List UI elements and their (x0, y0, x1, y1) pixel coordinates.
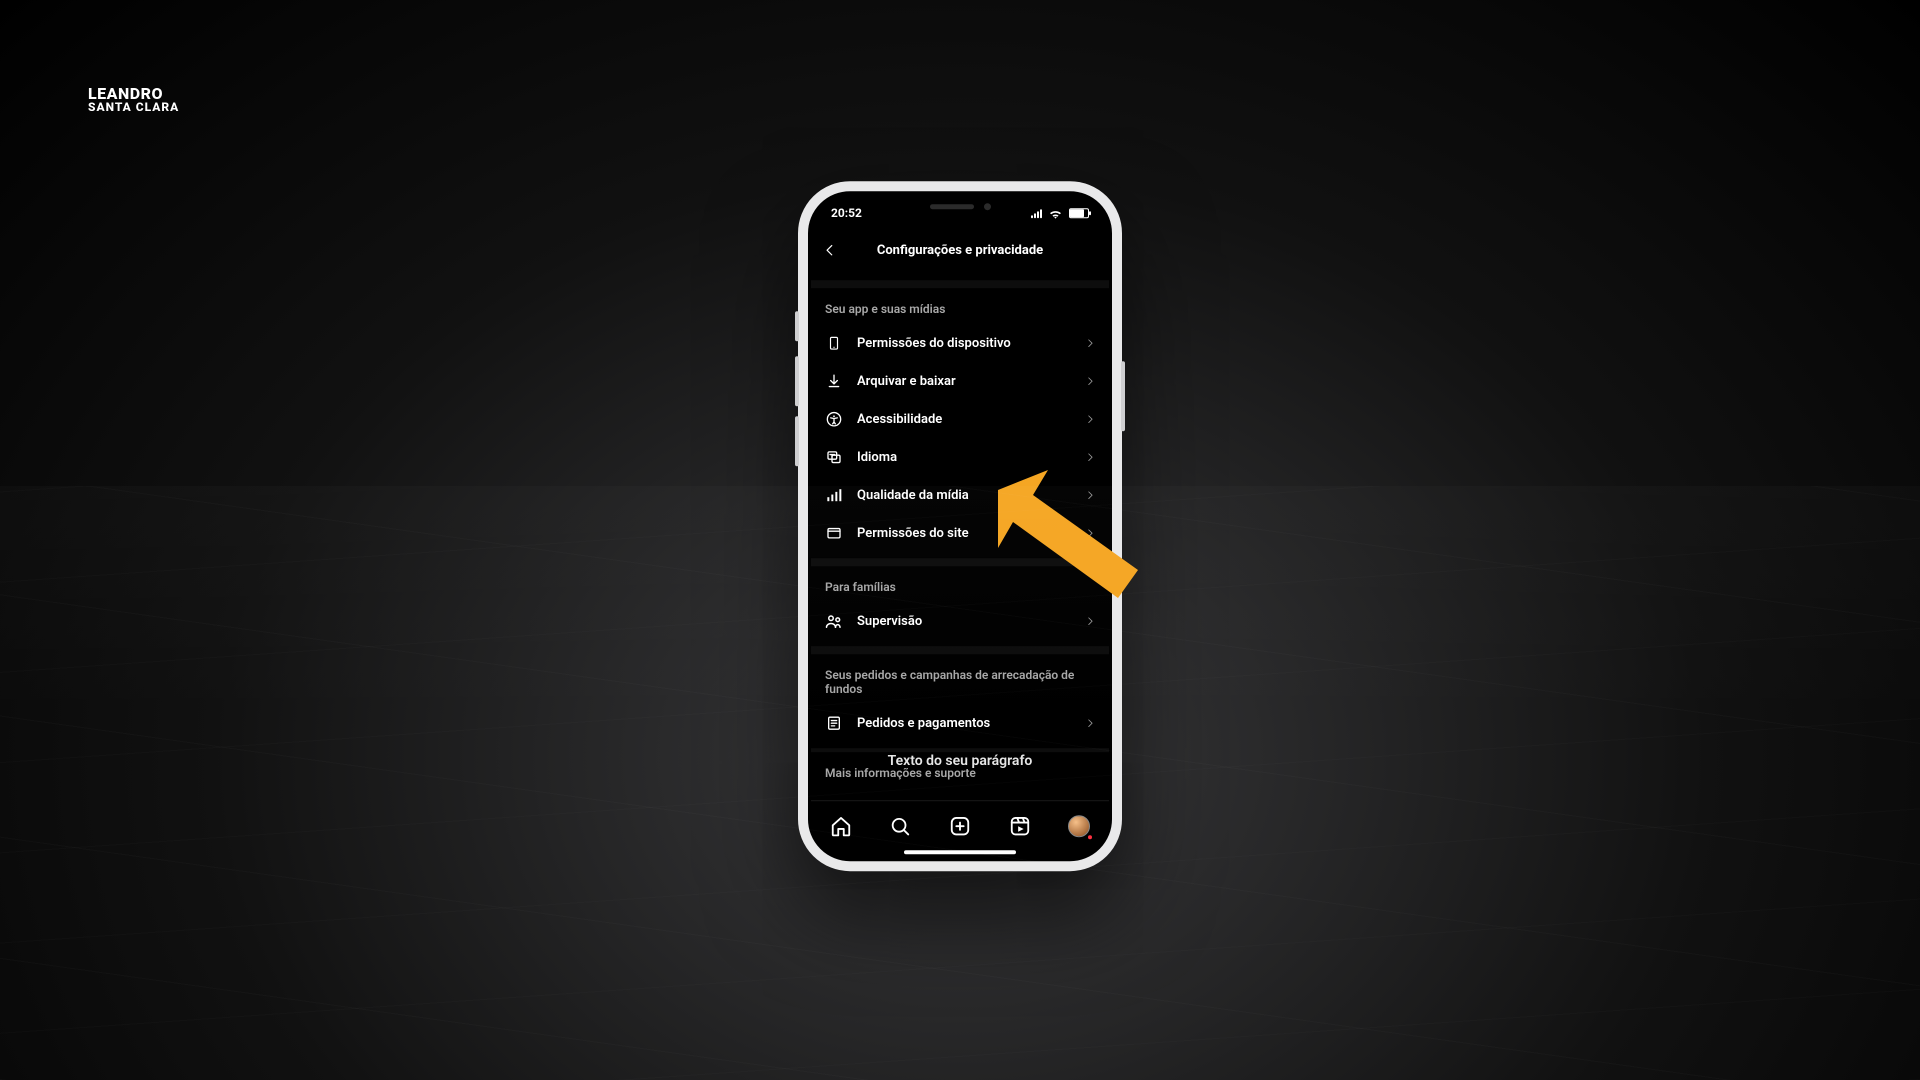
settings-row-archive-download[interactable]: Arquivar e baixar (811, 362, 1109, 400)
chevron-right-icon (1085, 528, 1095, 538)
download-icon (825, 372, 843, 390)
chevron-right-icon (1085, 338, 1095, 348)
chevron-right-icon (1085, 616, 1095, 626)
settings-row-supervision[interactable]: Supervisão (811, 602, 1109, 640)
nav-reels-button[interactable] (1007, 813, 1033, 839)
nav-create-button[interactable] (947, 813, 973, 839)
settings-row-label: Supervisão (857, 614, 1071, 629)
section-title-families: Para famílias (811, 566, 1109, 602)
caption-text: Texto do seu parágrafo (888, 753, 1033, 769)
app-header: Configurações e privacidade (811, 232, 1109, 268)
battery-icon (1069, 208, 1089, 218)
settings-row-label: Pedidos e pagamentos (857, 716, 1071, 731)
settings-row-accessibility[interactable]: Acessibilidade (811, 400, 1109, 438)
settings-row-label: Arquivar e baixar (857, 374, 1071, 389)
brand-line2: santa clara (88, 100, 179, 114)
language-icon (825, 448, 843, 466)
home-icon (830, 815, 852, 837)
chevron-right-icon (1085, 718, 1095, 728)
search-icon (889, 815, 911, 837)
cellular-icon (1031, 208, 1042, 218)
orders-icon (825, 714, 843, 732)
status-time: 20:52 (831, 206, 862, 220)
chevron-right-icon (1085, 452, 1095, 462)
plus-square-icon (949, 815, 971, 837)
settings-row-label: Seguir e convidar amigos (857, 268, 1071, 269)
home-indicator (904, 850, 1016, 854)
settings-row-label: Qualidade da mídia (857, 488, 1071, 503)
settings-row-label: Permissões do site (857, 526, 1071, 541)
wifi-icon (1048, 208, 1063, 219)
settings-content[interactable]: Seguir e convidar amigos Seu app e suas … (811, 268, 1109, 800)
accessibility-icon (825, 410, 843, 428)
nav-home-button[interactable] (828, 813, 854, 839)
settings-row-orders-payments[interactable]: Pedidos e pagamentos (811, 704, 1109, 742)
supervision-icon (825, 612, 843, 630)
back-button[interactable] (823, 243, 837, 257)
brand-wordmark: LEANDRO santa clara (88, 84, 179, 114)
settings-row-label: Acessibilidade (857, 412, 1071, 427)
notch (925, 200, 995, 212)
cellular-bars-icon (825, 486, 843, 504)
settings-row-label: Idioma (857, 450, 1071, 465)
chevron-right-icon (1085, 414, 1095, 424)
chevron-right-icon (1085, 376, 1095, 386)
settings-row-site-permissions[interactable]: Permissões do site (811, 514, 1109, 552)
settings-row-follow-invite[interactable]: Seguir e convidar amigos (811, 268, 1109, 280)
reels-icon (1009, 815, 1031, 837)
follow-invite-icon (825, 268, 843, 270)
settings-row-device-permissions[interactable]: Permissões do dispositivo (811, 324, 1109, 362)
chevron-right-icon (1085, 490, 1095, 500)
section-title-orders: Seus pedidos e campanhas de arrecadação … (811, 654, 1109, 704)
settings-row-media-quality[interactable]: Qualidade da mídia (811, 476, 1109, 514)
status-bar: 20:52 (811, 194, 1109, 232)
device-icon (825, 334, 843, 352)
nav-profile-button[interactable] (1066, 813, 1092, 839)
settings-row-label: Permissões do dispositivo (857, 336, 1071, 351)
section-title-app-media: Seu app e suas mídias (811, 288, 1109, 324)
avatar (1068, 815, 1090, 837)
page-title: Configurações e privacidade (877, 243, 1043, 258)
settings-row-language[interactable]: Idioma (811, 438, 1109, 476)
nav-search-button[interactable] (887, 813, 913, 839)
notification-dot-icon (1087, 834, 1093, 840)
browser-icon (825, 524, 843, 542)
